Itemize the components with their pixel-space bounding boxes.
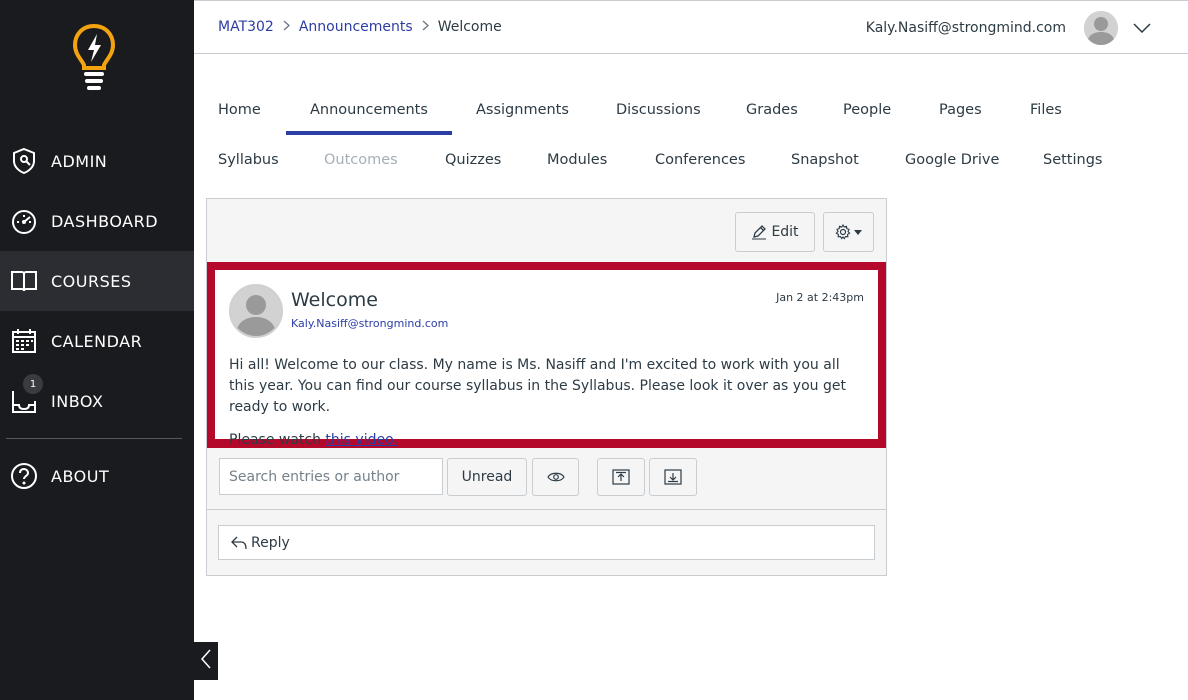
avatar[interactable] xyxy=(229,284,283,338)
breadcrumb: MAT302 Announcements Welcome xyxy=(218,19,502,35)
sidebar-nav: ADMIN DASHBOARD COURSES CALENDAR 1 INBOX xyxy=(0,131,194,431)
sidebar-divider xyxy=(6,438,182,439)
announcement-toolbar: Edit xyxy=(207,199,886,263)
edit-button[interactable]: Edit xyxy=(735,212,815,252)
settings-menu-button[interactable] xyxy=(823,212,874,252)
inbox-unread-badge: 1 xyxy=(23,374,43,394)
post-title: Welcome xyxy=(291,289,378,311)
announcement-post: Welcome Kaly.Nasiff@strongmind.com Jan 2… xyxy=(207,262,886,448)
chevron-right-icon xyxy=(283,20,290,34)
sidebar-item-label: ABOUT xyxy=(51,466,110,486)
collapse-replies-button[interactable] xyxy=(597,458,645,496)
tab-snapshot[interactable]: Snapshot xyxy=(791,152,859,168)
expand-replies-button[interactable] xyxy=(649,458,697,496)
announcement-content: Welcome Kaly.Nasiff@strongmind.com Jan 2… xyxy=(215,270,878,448)
calendar-icon xyxy=(10,327,38,355)
collapse-sidebar-button[interactable] xyxy=(194,642,218,680)
global-sidebar: ADMIN DASHBOARD COURSES CALENDAR 1 INBOX… xyxy=(0,0,194,700)
post-text: Please watch xyxy=(229,432,326,448)
tab-outcomes[interactable]: Outcomes xyxy=(324,152,398,168)
app-root: ADMIN DASHBOARD COURSES CALENDAR 1 INBOX… xyxy=(0,0,1188,700)
chevron-down-icon[interactable] xyxy=(1132,18,1152,38)
breadcrumb-announcements[interactable]: Announcements xyxy=(299,19,413,35)
edit-button-label: Edit xyxy=(771,224,799,240)
unread-filter-button[interactable]: Unread xyxy=(447,458,527,496)
tab-discussions[interactable]: Discussions xyxy=(616,102,701,118)
top-header: MAT302 Announcements Welcome Kaly.Nasiff… xyxy=(194,0,1188,54)
courses-book-icon xyxy=(10,267,38,295)
tab-quizzes[interactable]: Quizzes xyxy=(445,152,501,168)
pencil-icon xyxy=(751,224,767,240)
dashboard-gauge-icon xyxy=(10,207,38,235)
tab-files[interactable]: Files xyxy=(1030,102,1062,118)
active-tab-indicator xyxy=(286,131,452,135)
expand-down-icon xyxy=(664,469,682,485)
sidebar-item-label: COURSES xyxy=(51,271,132,291)
post-date: Jan 2 at 2:43pm xyxy=(776,291,864,304)
sidebar-item-label: CALENDAR xyxy=(51,331,143,351)
sidebar-item-dashboard[interactable]: DASHBOARD xyxy=(0,191,194,251)
admin-shield-icon xyxy=(10,147,38,175)
sidebar-item-about[interactable]: ABOUT xyxy=(0,446,194,506)
tab-people[interactable]: People xyxy=(843,102,891,118)
post-paragraph: Hi all! Welcome to our class. My name is… xyxy=(229,357,846,415)
eye-icon xyxy=(546,471,565,483)
sidebar-item-inbox[interactable]: 1 INBOX xyxy=(0,371,194,431)
tab-syllabus[interactable]: Syllabus xyxy=(218,152,279,168)
tab-row-1: Home Announcements Assignments Discussio… xyxy=(194,86,1188,136)
tab-announcements[interactable]: Announcements xyxy=(310,102,428,118)
sidebar-about: ABOUT xyxy=(0,446,194,506)
post-author-link[interactable]: Kaly.Nasiff@strongmind.com xyxy=(291,317,448,330)
tab-assignments[interactable]: Assignments xyxy=(476,102,569,118)
user-email: Kaly.Nasiff@strongmind.com xyxy=(865,20,1066,36)
chevron-left-icon xyxy=(200,648,212,674)
sidebar-item-admin[interactable]: ADMIN xyxy=(0,131,194,191)
sidebar-item-courses[interactable]: COURSES xyxy=(0,251,194,311)
post-body: Hi all! Welcome to our class. My name is… xyxy=(229,355,869,451)
tab-row-2: Syllabus Outcomes Quizzes Modules Confer… xyxy=(194,136,1188,186)
tab-settings[interactable]: Settings xyxy=(1043,152,1102,168)
user-menu: Kaly.Nasiff@strongmind.com xyxy=(866,11,1152,45)
sidebar-item-label: ADMIN xyxy=(51,151,108,171)
inbox-icon: 1 xyxy=(10,374,43,415)
caret-down-icon xyxy=(854,229,862,235)
tab-modules[interactable]: Modules xyxy=(547,152,607,168)
tab-home[interactable]: Home xyxy=(218,102,261,118)
breadcrumb-course[interactable]: MAT302 xyxy=(218,19,274,35)
tab-pages[interactable]: Pages xyxy=(939,102,982,118)
sidebar-item-label: INBOX xyxy=(51,391,104,411)
breadcrumb-current: Welcome xyxy=(437,19,502,35)
chevron-right-icon xyxy=(422,20,429,34)
video-link[interactable]: this video. xyxy=(325,432,397,448)
avatar[interactable] xyxy=(1084,11,1118,45)
lightbulb-bolt-icon[interactable] xyxy=(70,22,118,92)
help-circle-icon xyxy=(10,462,38,490)
announcement-panel: Edit Welcome Kaly.Nasiff@strongmind.com … xyxy=(206,198,887,576)
search-entries-input[interactable] xyxy=(219,458,443,495)
tab-conferences[interactable]: Conferences xyxy=(655,152,745,168)
sidebar-item-calendar[interactable]: CALENDAR xyxy=(0,311,194,371)
reply-button[interactable]: Reply xyxy=(218,525,875,560)
tab-google-drive[interactable]: Google Drive xyxy=(905,152,999,168)
mark-all-read-button[interactable] xyxy=(532,458,579,496)
discussion-filter-toolbar: Unread xyxy=(207,448,886,510)
collapse-up-icon xyxy=(612,469,630,485)
gear-icon xyxy=(835,224,851,240)
tab-grades[interactable]: Grades xyxy=(746,102,798,118)
reply-label: Reply xyxy=(251,534,290,551)
reply-arrow-icon xyxy=(231,536,247,550)
course-nav-tabs: Home Announcements Assignments Discussio… xyxy=(194,86,1188,186)
sidebar-item-label: DASHBOARD xyxy=(51,211,159,231)
